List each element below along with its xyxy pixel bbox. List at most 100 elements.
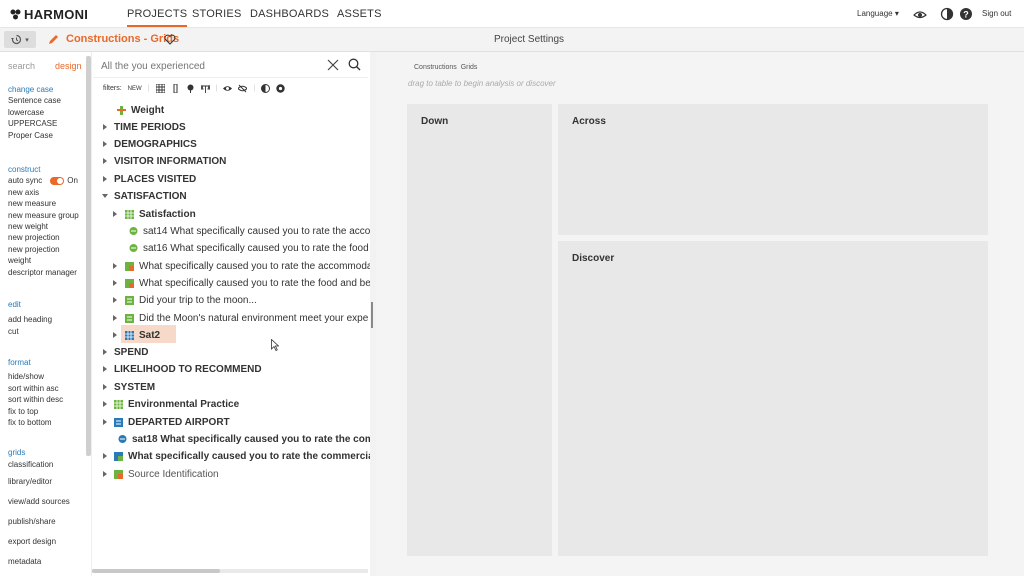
new-measure-item[interactable]: new measure bbox=[8, 198, 79, 209]
tree-item-demographics[interactable]: DEMOGRAPHICS bbox=[103, 136, 197, 152]
expand-icon[interactable] bbox=[103, 141, 107, 147]
sidebar-scrollbar[interactable] bbox=[86, 56, 91, 456]
expand-icon[interactable] bbox=[113, 297, 117, 303]
new-measure-group-item[interactable]: new measure group bbox=[8, 210, 79, 221]
tree-item-satisfaction[interactable]: Satisfaction bbox=[113, 206, 196, 222]
export-design-item[interactable]: export design bbox=[8, 532, 70, 552]
contrast-icon[interactable] bbox=[940, 7, 954, 21]
signout-link[interactable]: Sign out bbox=[982, 9, 1011, 18]
circle-filter-icon[interactable] bbox=[276, 84, 285, 93]
down-dropzone[interactable]: Down bbox=[407, 104, 552, 556]
tab-stories[interactable]: STORIES bbox=[192, 8, 242, 20]
tab-search[interactable]: search bbox=[8, 61, 35, 71]
expand-icon[interactable] bbox=[113, 315, 117, 321]
new-axis-item[interactable]: new axis bbox=[8, 187, 79, 198]
scrollbar-thumb[interactable] bbox=[92, 569, 220, 573]
language-select[interactable]: Language ▾ bbox=[857, 9, 899, 18]
across-dropzone[interactable]: Across bbox=[558, 104, 988, 235]
tree-item-sat16[interactable]: sat16 What specifically caused you to ra… bbox=[129, 240, 377, 256]
expand-icon[interactable] bbox=[103, 176, 107, 182]
tree-item-commercial[interactable]: What specifically caused you to rate the… bbox=[103, 448, 376, 464]
sort-asc-item[interactable]: sort within asc bbox=[8, 383, 63, 394]
fix-to-bottom-item[interactable]: fix to bottom bbox=[8, 417, 63, 428]
tree-item-sat14[interactable]: sat14 What specifically caused you to ra… bbox=[129, 223, 379, 239]
expand-icon[interactable] bbox=[113, 280, 117, 286]
eye-off-filter-icon[interactable] bbox=[238, 84, 248, 93]
publish-share-item[interactable]: publish/share bbox=[8, 512, 70, 532]
weight-item[interactable]: weight bbox=[8, 255, 79, 266]
new-weight-item[interactable]: new weight bbox=[8, 221, 79, 232]
column-filter-icon[interactable] bbox=[171, 84, 180, 93]
collapse-icon[interactable] bbox=[102, 194, 108, 198]
search-icon[interactable] bbox=[348, 58, 361, 71]
metadata-item[interactable]: metadata bbox=[8, 552, 70, 572]
edit-pencil-icon[interactable] bbox=[48, 34, 59, 45]
visibility-icon[interactable] bbox=[913, 7, 927, 21]
crumb-grids[interactable]: Grids bbox=[461, 64, 478, 71]
hide-show-item[interactable]: hide/show bbox=[8, 371, 63, 382]
history-button[interactable]: ▾ bbox=[4, 31, 36, 48]
tree-item-satisfaction-group[interactable]: SATISFACTION bbox=[102, 188, 187, 204]
lowercase-item[interactable]: lowercase bbox=[8, 107, 61, 118]
add-heading-item[interactable]: add heading bbox=[8, 314, 52, 325]
tree-item-moon-environment[interactable]: Did the Moon's natural environment meet … bbox=[113, 310, 368, 326]
proper-case-item[interactable]: Proper Case bbox=[8, 130, 61, 141]
expand-icon[interactable] bbox=[103, 419, 107, 425]
tab-projects[interactable]: PROJECTS bbox=[127, 8, 188, 27]
filter-new[interactable]: NEW bbox=[128, 86, 142, 92]
tree-item-source-identification[interactable]: Source Identification bbox=[103, 466, 219, 482]
uppercase-item[interactable]: UPPERCASE bbox=[8, 118, 61, 129]
expand-icon[interactable] bbox=[103, 349, 107, 355]
expand-icon[interactable] bbox=[103, 471, 107, 477]
view-add-sources-item[interactable]: view/add sources bbox=[8, 492, 70, 512]
expand-icon[interactable] bbox=[113, 332, 117, 338]
tree-item-spend[interactable]: SPEND bbox=[103, 344, 148, 360]
sort-desc-item[interactable]: sort within desc bbox=[8, 394, 63, 405]
tree-item-visitor-information[interactable]: VISITOR INFORMATION bbox=[103, 153, 226, 169]
weight-filter-icon[interactable] bbox=[200, 84, 210, 93]
library-editor-item[interactable]: library/editor bbox=[8, 472, 70, 492]
contrast-filter-icon[interactable] bbox=[261, 84, 271, 93]
tree-item-food-beverage[interactable]: What specifically caused you to rate the… bbox=[113, 275, 371, 291]
eye-filter-icon[interactable] bbox=[223, 84, 233, 93]
new-projection-item[interactable]: new projection bbox=[8, 244, 79, 255]
expand-icon[interactable] bbox=[103, 453, 107, 459]
splitter-handle[interactable] bbox=[371, 302, 373, 328]
tree-item-sat18[interactable]: sat18 What specifically caused you to ra… bbox=[118, 431, 383, 447]
help-icon[interactable]: ? bbox=[959, 7, 973, 21]
tree-item-places-visited[interactable]: PLACES VISITED bbox=[103, 171, 196, 187]
tree-item-environmental-practice[interactable]: Environmental Practice bbox=[103, 396, 239, 412]
grid-filter-icon[interactable] bbox=[155, 84, 165, 93]
tree-item-trip-moon[interactable]: Did your trip to the moon... bbox=[113, 292, 257, 308]
discover-dropzone[interactable]: Discover bbox=[558, 241, 988, 556]
crumb-constructions[interactable]: Constructions bbox=[414, 64, 457, 71]
tree-item-system[interactable]: SYSTEM bbox=[103, 379, 155, 395]
cut-item[interactable]: cut bbox=[8, 326, 52, 337]
heart-icon[interactable] bbox=[164, 34, 176, 45]
fix-to-top-item[interactable]: fix to top bbox=[8, 406, 63, 417]
close-icon[interactable] bbox=[327, 59, 339, 71]
tree-item-weight[interactable]: Weight bbox=[117, 102, 164, 118]
new-projection-item[interactable]: new projection bbox=[8, 232, 79, 243]
tab-design[interactable]: design bbox=[55, 61, 82, 71]
classification-item[interactable]: classification bbox=[8, 458, 70, 472]
expand-icon[interactable] bbox=[113, 211, 117, 217]
expand-icon[interactable] bbox=[103, 124, 107, 130]
expand-icon[interactable] bbox=[103, 384, 107, 390]
tree-item-departed-airport[interactable]: DEPARTED AIRPORT bbox=[103, 414, 230, 430]
sentence-case-item[interactable]: Sentence case bbox=[8, 95, 61, 106]
breadcrumb[interactable]: Constructions - Grids bbox=[66, 33, 179, 45]
search-input[interactable] bbox=[101, 57, 323, 75]
expand-icon[interactable] bbox=[103, 158, 107, 164]
logo[interactable]: HARMONI bbox=[10, 7, 88, 22]
descriptor-manager-item[interactable]: descriptor manager bbox=[8, 267, 79, 278]
expand-icon[interactable] bbox=[103, 401, 107, 407]
tree-item-sat2[interactable]: Sat2 bbox=[113, 327, 160, 343]
expand-icon[interactable] bbox=[103, 366, 107, 372]
expand-icon[interactable] bbox=[113, 263, 117, 269]
tree-item-time-periods[interactable]: TIME PERIODS bbox=[103, 119, 186, 135]
tree-horizontal-scrollbar[interactable] bbox=[92, 569, 368, 573]
tree-item-accommodation[interactable]: What specifically caused you to rate the… bbox=[113, 258, 372, 274]
tab-assets[interactable]: ASSETS bbox=[337, 8, 382, 20]
auto-sync-toggle[interactable] bbox=[50, 177, 65, 186]
